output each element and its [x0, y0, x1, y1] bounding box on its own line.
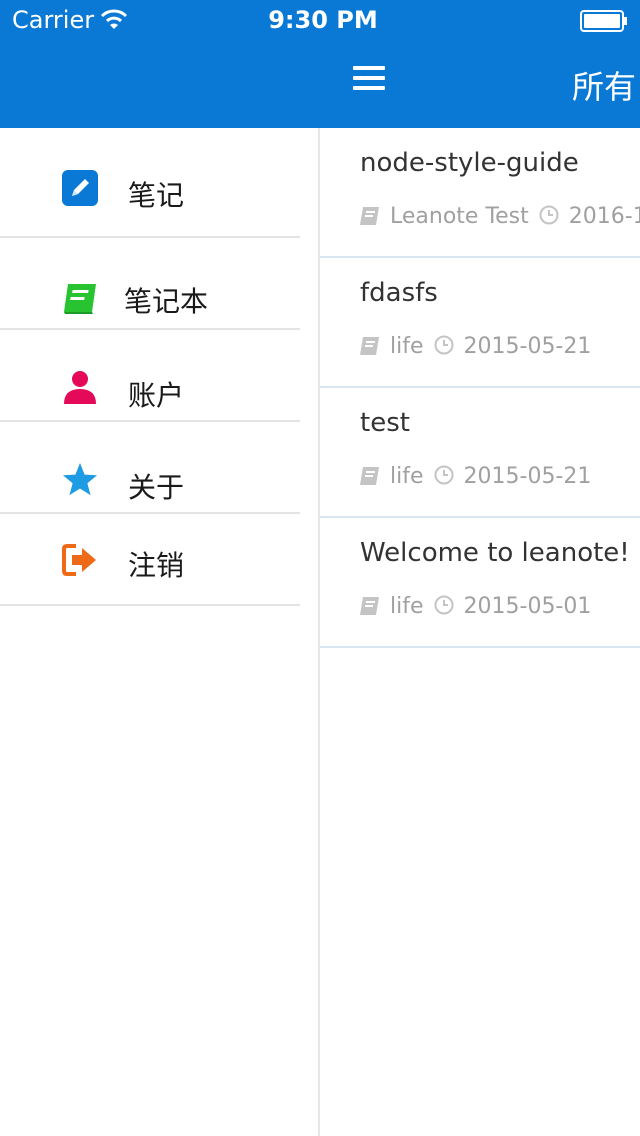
edit-note-icon	[62, 170, 98, 206]
book-icon	[360, 207, 379, 225]
logout-icon	[62, 544, 96, 576]
sidebar-item-label: 账户	[128, 379, 185, 412]
menu-bar-line	[353, 86, 385, 90]
sidebar: 笔记 笔记本 账户 关于 注销	[0, 128, 300, 1136]
top-bar: Carrier 9:30 PM 所有	[0, 0, 640, 128]
sidebar-item-label: 笔记本	[124, 285, 209, 318]
note-meta: life 2015-05-21	[358, 464, 591, 489]
note-notebook: Leanote Test	[390, 204, 529, 229]
note-row[interactable]: Welcome to leanote! life 2015-05-01	[320, 518, 640, 648]
note-notebook: life	[390, 334, 424, 359]
sidebar-item-notebooks[interactable]: 笔记本	[0, 238, 300, 330]
book-icon	[360, 337, 379, 355]
note-date: 2015-05-21	[463, 334, 592, 359]
note-title: node-style-guide	[360, 148, 579, 178]
note-meta: life 2015-05-01	[358, 594, 591, 619]
status-time: 9:30 PM	[268, 6, 378, 34]
note-row[interactable]: test life 2015-05-21	[320, 388, 640, 518]
note-row[interactable]: node-style-guide Leanote Test 2016-1	[320, 128, 640, 258]
note-title: fdasfs	[360, 278, 438, 308]
note-notebook: life	[390, 594, 424, 619]
clock-icon	[434, 335, 454, 355]
page-title: 所有	[572, 68, 637, 106]
clock-icon	[539, 205, 559, 225]
sidebar-item-notes[interactable]: 笔记	[0, 128, 300, 238]
sidebar-item-label: 笔记	[128, 179, 185, 212]
sidebar-item-label: 关于	[128, 471, 185, 504]
clock-icon	[434, 595, 454, 615]
note-meta: Leanote Test 2016-1	[358, 204, 640, 229]
book-icon	[360, 467, 379, 485]
sidebar-item-label: 注销	[128, 549, 185, 582]
note-notebook: life	[390, 464, 424, 489]
sidebar-item-about[interactable]: 关于	[0, 422, 300, 514]
note-date: 2015-05-21	[463, 464, 592, 489]
sidebar-item-logout[interactable]: 注销	[0, 514, 300, 606]
note-row[interactable]: fdasfs life 2015-05-21	[320, 258, 640, 388]
menu-bar-line	[353, 66, 385, 70]
note-title: Welcome to leanote!	[360, 538, 630, 568]
note-title: test	[360, 408, 410, 438]
note-list: node-style-guide Leanote Test 2016-1 fdas…	[320, 128, 640, 1136]
sidebar-item-account[interactable]: 账户	[0, 330, 300, 422]
menu-bar-line	[353, 76, 385, 80]
book-icon	[360, 597, 379, 615]
note-date: 2016-1	[568, 204, 640, 229]
user-icon	[64, 371, 96, 404]
clock-icon	[434, 465, 454, 485]
notebook-icon	[64, 284, 96, 314]
note-date: 2015-05-01	[463, 594, 592, 619]
status-bar: Carrier 9:30 PM	[0, 0, 640, 40]
battery-icon	[580, 10, 627, 32]
menu-toggle-button[interactable]	[353, 66, 385, 92]
star-icon	[63, 463, 97, 496]
note-meta: life 2015-05-21	[358, 334, 591, 359]
